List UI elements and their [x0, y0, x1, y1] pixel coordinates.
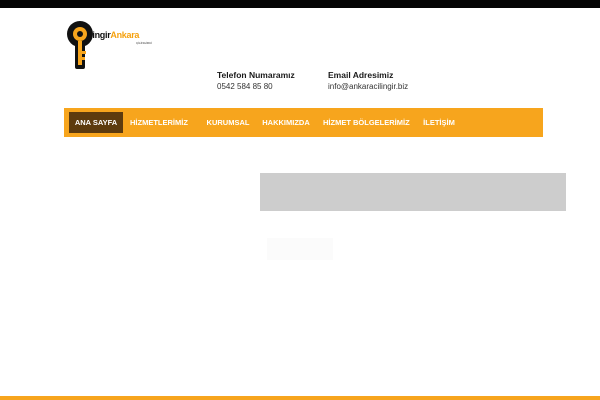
logo-wordmark: İlingirAnkara [88, 30, 139, 40]
nav-item-hakkimizda[interactable]: HAKKIMIZDA [261, 108, 311, 137]
phone-value[interactable]: 0542 584 85 80 [217, 81, 295, 92]
contact-phone: Telefon Numaramız 0542 584 85 80 [217, 70, 295, 92]
email-value[interactable]: info@ankaracilingir.biz [328, 81, 408, 92]
faint-button[interactable] [267, 238, 333, 260]
top-strip [0, 0, 600, 8]
bottom-strip [0, 396, 600, 400]
logo-subtitle: ÇİLİNGİRCİ [136, 41, 153, 45]
nav-item-iletisim[interactable]: İLETİŞİM [420, 108, 458, 137]
contact-email: Email Adresimiz info@ankaracilingir.biz [328, 70, 408, 92]
email-label: Email Adresimiz [328, 70, 394, 80]
nav-item-kurumsal[interactable]: KURUMSAL [204, 108, 252, 137]
nav-item-ana-sayfa[interactable]: ANA SAYFA [69, 112, 123, 133]
logo-word-orange: Ankara [110, 30, 140, 40]
main-navigation: ANA SAYFA HİZMETLERİMİZ KURUMSAL HAKKIMI… [64, 108, 543, 137]
nav-item-hizmetlerimiz[interactable]: HİZMETLERİMİZ [130, 108, 188, 137]
key-icon [67, 21, 93, 69]
phone-label: Telefon Numaramız [217, 70, 295, 80]
content-banner [260, 173, 566, 211]
nav-item-hizmet-bolgelerimiz[interactable]: HİZMET BÖLGELERİMİZ [323, 108, 410, 137]
site-logo[interactable]: İlingirAnkara ÇİLİNGİRCİ [66, 19, 162, 74]
logo-word-dark: İlingir [88, 30, 111, 40]
